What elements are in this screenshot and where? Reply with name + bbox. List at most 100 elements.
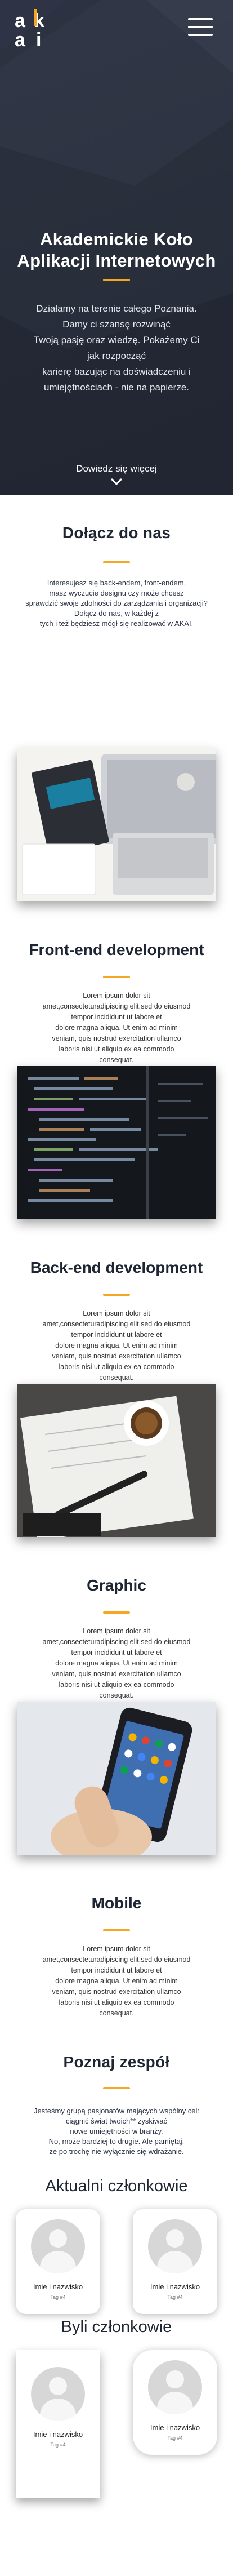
card-text-line: consequat.	[99, 1056, 134, 1064]
join-text-line: masz wyczucie designu czy może chcesz	[49, 589, 184, 597]
member-tag: Tag #4	[50, 2294, 66, 2300]
hero-accent-line	[103, 279, 130, 281]
hero-text-line: umiejętnościach - nie na papierze.	[44, 382, 189, 393]
card-text-line: laboris nisi ut aliquip ex ea commodo	[59, 1045, 174, 1053]
member-tag: Tag #4	[167, 2294, 183, 2300]
join-text-line: Interesujesz się back-endem, front-endem…	[47, 579, 186, 587]
accent-line	[103, 2087, 130, 2089]
former-members-section: Byli członkowie Imie i nazwisko Tag #4 I…	[0, 2318, 233, 2504]
hero-text-line: karierę bazując na doświadczeniu i	[42, 366, 191, 377]
akai-logo[interactable]: a k a i	[14, 8, 54, 48]
hero-text-line: Damy ci szansę rozwinąć	[62, 319, 171, 330]
team-description: Jesteśmy grupą pasjonatów mających wspól…	[23, 2106, 210, 2157]
backend-image	[17, 1066, 216, 1219]
graphic-card: Graphic Lorem ipsum dolor sit amet,conse…	[17, 1384, 216, 1701]
frontend-section: Front-end development Lorem ipsum dolor …	[0, 748, 233, 1066]
team-section: Poznaj zespół Jesteśmy grupą pasjonatów …	[0, 2019, 233, 2177]
card-text-line: consequat.	[99, 1374, 134, 1382]
backend-description: Lorem ipsum dolor sit amet,consecteturad…	[39, 1308, 194, 1383]
team-text-line: nowe umiejętności w branży.	[70, 2127, 163, 2135]
hero-title-line-1: Akademickie Koło	[40, 229, 193, 249]
card-text-line: tempor incididunt ut labore et	[71, 1013, 162, 1021]
mobile-card: Mobile Lorem ipsum dolor sit amet,consec…	[17, 1702, 216, 2019]
hero-title-line-2: Aplikacji Internetowych	[17, 251, 216, 270]
hero-text-line: jak rozpocząć	[87, 350, 146, 361]
backend-title: Back-end development	[30, 1259, 203, 1276]
member-card[interactable]: Imie i nazwisko Tag #4	[16, 2350, 100, 2498]
card-text-line: dolore magna aliqua. Ut enim ad minim	[55, 1977, 178, 1985]
mobile-section: Mobile Lorem ipsum dolor sit amet,consec…	[0, 1702, 233, 2019]
hamburger-icon-bar	[188, 26, 213, 28]
team-text-line: ciągnić świat twoich** zyskiwać	[66, 2117, 167, 2125]
accent-line	[103, 976, 130, 978]
mobile-title: Mobile	[91, 1894, 142, 1912]
top-bar: a k a i	[0, 0, 233, 54]
avatar-placeholder-icon	[148, 2219, 202, 2273]
current-members-section: Aktualni członkowie Imie i nazwisko Tag …	[0, 2177, 233, 2318]
join-section: Dołącz do nas Interesujesz się back-ende…	[0, 495, 233, 748]
member-name: Imie i nazwisko	[33, 2430, 83, 2439]
card-text-line: amet,consecteturadipiscing elit,sed do e…	[42, 1002, 191, 1010]
member-card[interactable]: Imie i nazwisko Tag #4	[16, 2209, 100, 2314]
learn-more-link[interactable]: Dowiedz się więcej	[0, 463, 233, 486]
hero-text-line: Twoją pasję oraz wiedzę. Pokażemy Ci	[33, 335, 200, 345]
current-members-list: Imie i nazwisko Tag #4 Imie i nazwisko T…	[0, 2209, 233, 2314]
card-text-line: tempor incididunt ut labore et	[71, 1966, 162, 1974]
current-members-title: Aktualni członkowie	[45, 2177, 188, 2195]
svg-text:i: i	[36, 29, 41, 48]
member-name: Imie i nazwisko	[150, 2282, 200, 2291]
team-text-line: Jesteśmy grupą pasjonatów mających wspól…	[33, 2107, 200, 2115]
member-card[interactable]: Imie i nazwisko Tag #4	[133, 2209, 217, 2314]
avatar-placeholder-icon	[31, 2367, 85, 2421]
card-text-line: Lorem ipsum dolor sit	[83, 1309, 150, 1317]
card-text-line: Lorem ipsum dolor sit	[83, 992, 150, 1000]
member-tag: Tag #4	[167, 2435, 183, 2441]
backend-section: Back-end development Lorem ipsum dolor s…	[0, 1066, 233, 1384]
card-text-line: consequat.	[99, 2009, 134, 2017]
card-text-line: veniam, quis nostrud exercitation ullamc…	[52, 1988, 181, 1996]
card-text-line: veniam, quis nostrud exercitation ullamc…	[52, 1352, 181, 1360]
member-name: Imie i nazwisko	[150, 2423, 200, 2432]
svg-text:a: a	[15, 10, 26, 32]
mobile-description: Lorem ipsum dolor sit amet,consecteturad…	[39, 1944, 194, 2019]
card-text-line: amet,consecteturadipiscing elit,sed do e…	[42, 1320, 191, 1328]
card-text-line: Lorem ipsum dolor sit	[83, 1627, 150, 1635]
join-text-line: sprawdzić swoje zdolności do zarządzania…	[25, 599, 208, 607]
join-title: Dołącz do nas	[62, 524, 171, 541]
card-text-line: Lorem ipsum dolor sit	[83, 1945, 150, 1953]
accent-line	[103, 1929, 130, 1931]
card-text-line: tempor incididunt ut labore et	[71, 1649, 162, 1656]
team-text-line: że po trochę nie wyłącznie się wdrażanie…	[49, 2147, 184, 2156]
hero-section: a k a i Akademickie Koło Aplikacji Inter…	[0, 0, 233, 495]
learn-more-label: Dowiedz się więcej	[76, 463, 157, 474]
team-text-line: No, może bardziej to drugie. Ale pamięta…	[48, 2137, 185, 2146]
accent-line	[103, 561, 130, 563]
accent-line	[103, 1611, 130, 1614]
card-text-line: laboris nisi ut aliquip ex ea commodo	[59, 1363, 174, 1371]
svg-text:a: a	[15, 29, 26, 48]
former-members-list: Imie i nazwisko Tag #4 Imie i nazwisko T…	[0, 2350, 233, 2498]
graphic-section: Graphic Lorem ipsum dolor sit amet,conse…	[0, 1384, 233, 1702]
card-text-line: amet,consecteturadipiscing elit,sed do e…	[42, 1638, 191, 1646]
hamburger-icon-bar	[188, 34, 213, 36]
card-text-line: consequat.	[99, 1691, 134, 1699]
graphic-description: Lorem ipsum dolor sit amet,consecteturad…	[39, 1626, 194, 1701]
former-members-title: Byli członkowie	[61, 2318, 172, 2336]
card-text-line: amet,consecteturadipiscing elit,sed do e…	[42, 1956, 191, 1964]
card-text-line: dolore magna aliqua. Ut enim ad minim	[55, 1659, 178, 1667]
member-card[interactable]: Imie i nazwisko Tag #4	[133, 2350, 217, 2455]
join-description: Interesujesz się back-endem, front-endem…	[23, 578, 210, 629]
card-text-line: laboris nisi ut aliquip ex ea commodo	[59, 1998, 174, 2006]
member-tag: Tag #4	[50, 2442, 66, 2448]
card-text-line: veniam, quis nostrud exercitation ullamc…	[52, 1670, 181, 1678]
hero-description: Działamy na terenie całego Poznania. Dam…	[17, 301, 216, 396]
hamburger-menu-button[interactable]	[188, 18, 213, 36]
graphic-title: Graphic	[87, 1576, 146, 1594]
frontend-title: Front-end development	[29, 941, 204, 958]
avatar-placeholder-icon	[31, 2219, 85, 2273]
hero-title: Akademickie Koło Aplikacji Internetowych	[0, 229, 233, 272]
frontend-description: Lorem ipsum dolor sit amet,consecteturad…	[39, 991, 194, 1065]
team-title: Poznaj zespół	[63, 2053, 170, 2071]
card-text-line: veniam, quis nostrud exercitation ullamc…	[52, 1034, 181, 1042]
card-text-line: dolore magna aliqua. Ut enim ad minim	[55, 1024, 178, 1032]
